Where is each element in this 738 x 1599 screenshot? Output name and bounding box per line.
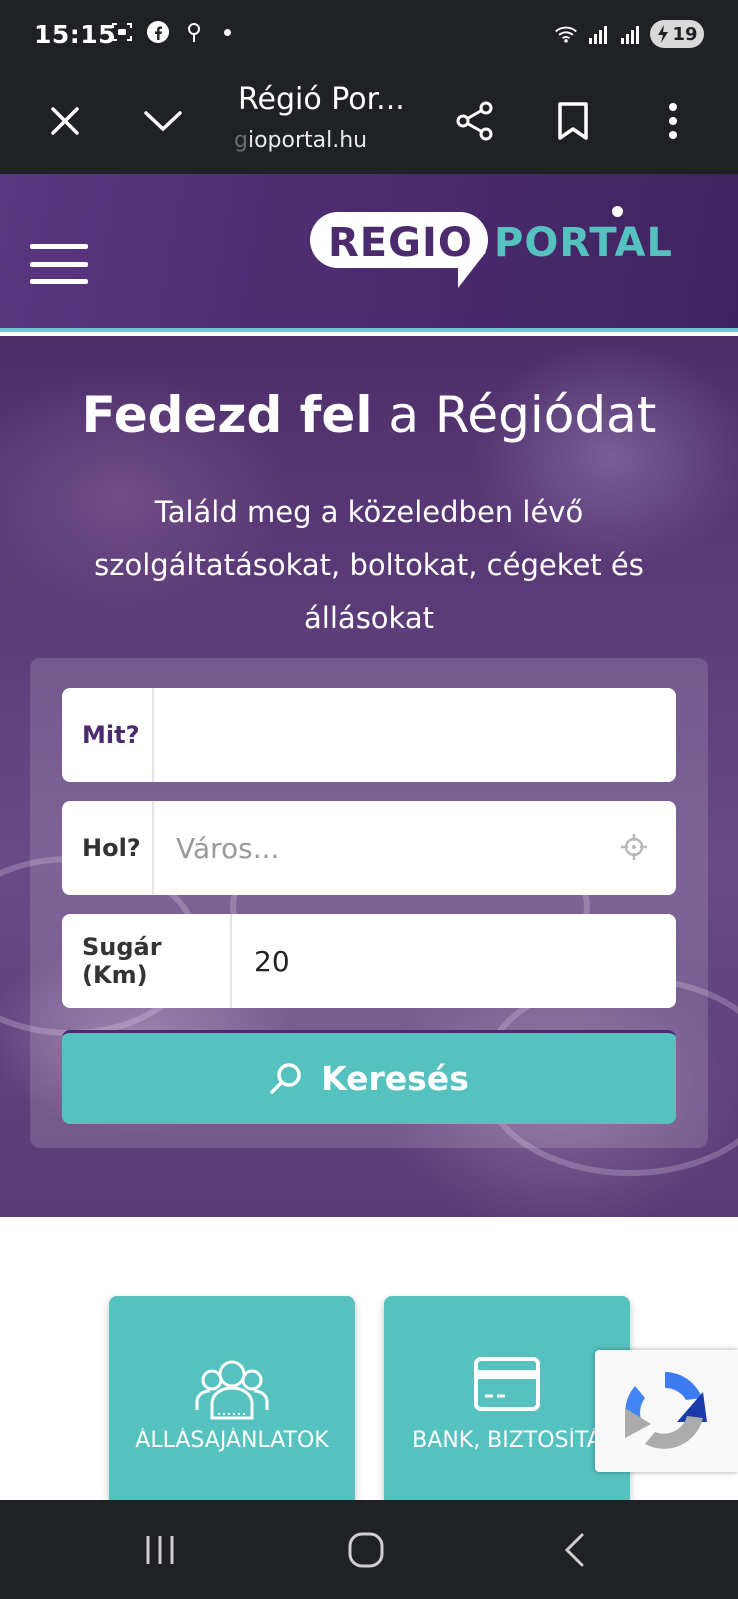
- status-icons-left: [110, 20, 231, 44]
- menu-bar: [30, 261, 88, 267]
- close-tab-button[interactable]: [38, 94, 92, 148]
- bookmark-button[interactable]: [546, 94, 600, 148]
- category-tile-jobs[interactable]: ÁLLÁSAJÁNLATOK: [109, 1296, 355, 1506]
- share-button[interactable]: [448, 94, 502, 148]
- category-label: ÁLLÁSAJÁNLATOK: [135, 1428, 329, 1453]
- status-time: 15:15: [34, 20, 117, 49]
- logo-dot: [612, 206, 623, 217]
- close-icon: [51, 107, 79, 135]
- menu-bar: [30, 279, 88, 284]
- radius-field: Sugár (Km) 20: [62, 914, 676, 1008]
- recent-apps-button[interactable]: [130, 1528, 190, 1572]
- where-field: Hol? Város...: [62, 801, 676, 895]
- category-tile-bank[interactable]: BANK, BIZTOSÍTÁ: [384, 1296, 630, 1506]
- users-icon: [109, 1356, 355, 1422]
- recaptcha-badge[interactable]: [595, 1350, 738, 1472]
- hero-title-rest: a Régiódat: [372, 386, 657, 444]
- hero-title: Fedezd fel a Régiódat: [0, 386, 738, 444]
- radius-label: Sugár (Km): [62, 914, 232, 1008]
- page-url: gioportal.hu: [234, 128, 367, 153]
- where-placeholder: Város...: [176, 831, 280, 865]
- hero-section: Fedezd fel a Régiódat Találd meg a közel…: [0, 336, 738, 1217]
- hero-subtitle: Találd meg a közeledben lévő szolgáltatá…: [94, 495, 644, 635]
- status-icons-right: 19: [554, 20, 704, 48]
- back-icon: [564, 1533, 584, 1567]
- browser-toolbar: Régió Por... gioportal.hu: [0, 68, 738, 174]
- hamburger-menu-button[interactable]: [30, 244, 88, 284]
- category-label: BANK, BIZTOSÍTÁ: [412, 1428, 602, 1453]
- where-input[interactable]: Város...: [154, 801, 676, 895]
- share-icon: [456, 101, 493, 141]
- recent-apps-icon: [146, 1536, 174, 1564]
- site-logo[interactable]: REGIO PORTAL: [310, 206, 700, 292]
- logo-text-portal: PORTAL: [494, 220, 673, 266]
- search-icon: [270, 1062, 301, 1094]
- notification-dot-icon: [224, 28, 231, 36]
- crosshair-locate-icon[interactable]: [620, 833, 648, 861]
- bookmark-icon: [558, 102, 588, 140]
- location-pin-icon: [182, 20, 206, 44]
- wifi-icon: [554, 22, 578, 46]
- url-faded-prefix: g: [234, 128, 248, 153]
- search-button-label: Keresés: [321, 1059, 469, 1098]
- home-button[interactable]: [336, 1528, 396, 1572]
- page-title: Régió Por...: [238, 82, 405, 117]
- chevron-down-icon: [144, 111, 182, 132]
- credit-card-icon: [384, 1356, 630, 1412]
- hero-title-bold: Fedezd fel: [81, 386, 373, 444]
- menu-bar: [30, 244, 88, 249]
- search-form: Mit? Hol? Város... Sugár (Km) 20 Keresés: [30, 658, 708, 1148]
- what-label: Mit?: [62, 688, 154, 782]
- what-field: Mit?: [62, 688, 676, 782]
- search-button[interactable]: Keresés: [62, 1030, 676, 1124]
- status-bar: 15:15 19: [0, 0, 738, 68]
- back-button[interactable]: [544, 1528, 604, 1572]
- where-label: Hol?: [62, 801, 154, 895]
- logo-text-regio: REGIO: [328, 220, 473, 266]
- what-input[interactable]: [154, 688, 676, 782]
- url-text: ioportal.hu: [247, 128, 368, 153]
- recaptcha-icon: [625, 1372, 707, 1449]
- more-menu-button[interactable]: [646, 94, 700, 148]
- more-vertical-icon: [669, 103, 677, 139]
- battery-level: 19: [672, 23, 698, 45]
- site-header: REGIO PORTAL: [0, 174, 738, 332]
- home-icon: [348, 1532, 384, 1568]
- minimize-button[interactable]: [136, 94, 190, 148]
- screenshot-icon: [110, 20, 134, 44]
- battery-icon: 19: [650, 20, 704, 48]
- system-navigation-bar: [0, 1500, 738, 1599]
- signal-icon: [586, 22, 610, 46]
- radius-input[interactable]: 20: [232, 914, 676, 1008]
- signal-icon-2: [618, 22, 642, 46]
- facebook-icon: [146, 20, 170, 44]
